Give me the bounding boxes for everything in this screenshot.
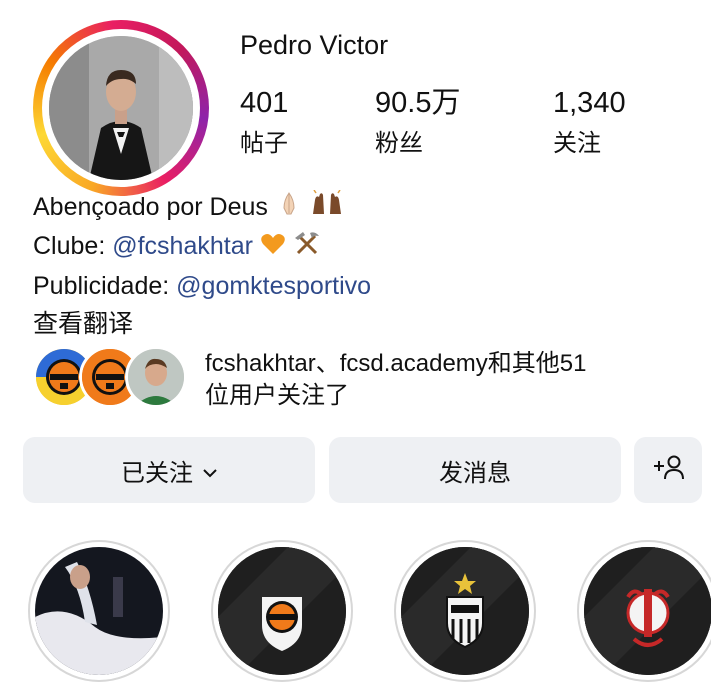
- mutual-followers-line-1: fcshakhtar、fcsd.academy和其他51: [205, 350, 587, 377]
- posts-stat[interactable]: 401 帖子: [240, 86, 288, 160]
- raised-hands-icon: [310, 189, 344, 227]
- mention-link-gomktesportivo[interactable]: @gomktesportivo: [176, 272, 371, 300]
- posts-label: 帖子: [240, 129, 288, 157]
- highlight-cover: [218, 547, 346, 675]
- mutual-follower-avatar: [125, 346, 187, 408]
- profile-avatar: [49, 36, 193, 180]
- followers-label: 粉丝: [375, 129, 423, 157]
- hammer-pick-icon: [293, 229, 321, 267]
- bio-text: Abençoado por Deus: [33, 193, 268, 221]
- bio-line-2: Clube: @fcshakhtar: [33, 227, 371, 266]
- see-translation-link[interactable]: 查看翻译: [33, 305, 371, 343]
- following-stat[interactable]: 1,340 关注: [553, 86, 626, 160]
- story-highlight[interactable]: [577, 540, 711, 682]
- profile-bio: Abençoado por Deus Clube: @fcshakhtar Pu…: [33, 188, 371, 343]
- message-button[interactable]: 发消息: [329, 437, 621, 503]
- mutual-followers-text[interactable]: fcshakhtar、fcsd.academy和其他51 位用户关注了: [205, 348, 586, 412]
- profile-username: Pedro Victor: [240, 30, 389, 60]
- chevron-down-icon: [203, 456, 217, 484]
- bio-line-3: Publicidade: @gomktesportivo: [33, 267, 371, 305]
- followers-count: 90.5万: [375, 87, 461, 119]
- followers-stat[interactable]: 90.5万 粉丝: [375, 86, 460, 160]
- following-button[interactable]: 已关注: [23, 437, 315, 503]
- add-person-button[interactable]: [634, 437, 702, 503]
- bio-ads-prefix: Publicidade:: [33, 271, 177, 300]
- highlight-cover: [584, 547, 711, 675]
- mutual-followers-line-2: 位用户关注了: [205, 382, 349, 409]
- bio-club-prefix: Clube:: [33, 232, 113, 261]
- story-highlight[interactable]: [28, 540, 170, 682]
- message-button-label: 发消息: [439, 458, 511, 487]
- orange-heart-icon: [260, 229, 286, 267]
- add-person-icon: [651, 453, 685, 487]
- following-count: 1,340: [553, 87, 626, 119]
- posts-count: 401: [240, 87, 289, 119]
- mention-link-fcshakhtar[interactable]: @fcshakhtar: [112, 232, 253, 260]
- story-highlight[interactable]: [394, 540, 536, 682]
- bio-line-1: Abençoado por Deus: [33, 188, 371, 227]
- story-highlight[interactable]: [211, 540, 353, 682]
- following-button-label: 已关注: [121, 458, 193, 487]
- highlight-photo: [35, 547, 163, 675]
- praying-hands-icon: [275, 189, 303, 227]
- following-label: 关注: [553, 129, 601, 157]
- profile-avatar-story-ring[interactable]: [33, 20, 209, 196]
- highlight-cover: [401, 547, 529, 675]
